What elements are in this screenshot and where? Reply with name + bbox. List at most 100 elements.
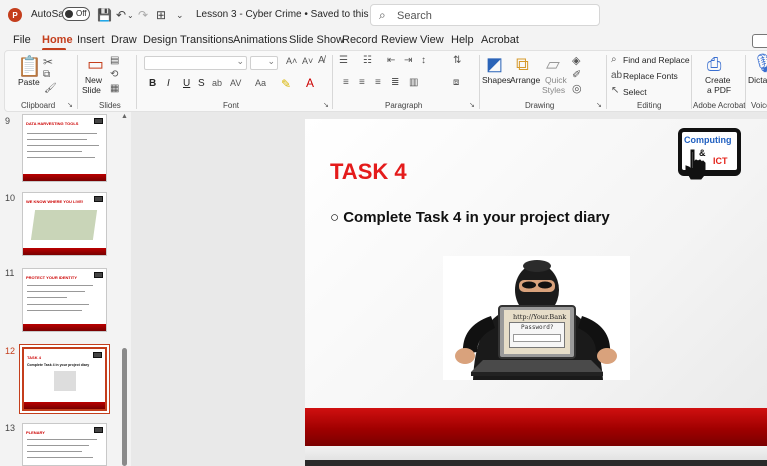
char-spacing-icon[interactable]: AV: [230, 78, 241, 88]
menu-slide-show[interactable]: Slide Show: [289, 34, 344, 46]
italic-button[interactable]: I: [167, 78, 170, 89]
smartart-icon[interactable]: ⧈: [453, 77, 459, 88]
slide-thumbnail-13[interactable]: PLENARY: [22, 423, 107, 466]
shape-outline-icon[interactable]: ✐: [572, 68, 581, 81]
slide-thumbnail-10[interactable]: WE KNOW WHERE YOU LIVE!: [22, 192, 107, 256]
menu-review[interactable]: Review: [381, 34, 417, 46]
underline-button[interactable]: U: [183, 78, 190, 89]
bullets-icon[interactable]: ☰: [339, 55, 348, 66]
decrease-indent-icon[interactable]: ⇤: [387, 55, 395, 66]
ribbon-display-toggle[interactable]: [752, 34, 767, 48]
redo-icon[interactable]: ↷: [138, 8, 148, 22]
customize-toolbar-icon[interactable]: ⌄: [176, 10, 184, 21]
replace-icon[interactable]: ab: [611, 70, 622, 81]
shadow-button[interactable]: S: [198, 78, 205, 89]
paste-label[interactable]: Paste: [18, 77, 40, 87]
copy-icon[interactable]: ⧉: [43, 69, 50, 80]
font-name-dropdown[interactable]: [144, 56, 247, 70]
font-color-icon[interactable]: A: [306, 76, 314, 90]
justify-icon[interactable]: ≣: [391, 77, 399, 88]
menu-insert[interactable]: Insert: [77, 34, 105, 46]
layout-icon[interactable]: ▤: [110, 55, 119, 66]
shape-fill-icon[interactable]: ◈: [572, 54, 580, 67]
menu-view[interactable]: View: [420, 34, 444, 46]
align-left-icon[interactable]: ≡: [343, 77, 349, 88]
scrollbar-thumb[interactable]: [122, 348, 127, 466]
menu-home[interactable]: Home: [42, 34, 73, 46]
menu-acrobat[interactable]: Acrobat: [481, 34, 519, 46]
create-pdf-label-2[interactable]: a PDF: [707, 85, 731, 95]
undo-icon[interactable]: ↶: [116, 8, 126, 22]
bold-button[interactable]: B: [149, 78, 156, 89]
menu-design[interactable]: Design: [143, 34, 177, 46]
thumbnail-number: 13: [5, 423, 16, 433]
thumbnail-title: PROTECT YOUR IDENTITY: [26, 275, 78, 280]
create-pdf-label[interactable]: Create: [705, 75, 731, 85]
menu-file[interactable]: File: [13, 34, 31, 46]
format-painter-icon[interactable]: 🖌: [44, 83, 57, 94]
font-size-dropdown[interactable]: [250, 56, 278, 70]
document-title[interactable]: Lesson 3 - Cyber Crime • Saved to this P…: [196, 9, 396, 20]
clipboard-launcher-icon[interactable]: ↘: [67, 101, 73, 109]
quick-styles-label-2[interactable]: Styles: [542, 85, 565, 95]
drawing-launcher-icon[interactable]: ↘: [596, 101, 602, 109]
thumbnail-title: WE KNOW WHERE YOU LIVE!: [26, 199, 84, 204]
clear-formatting-icon[interactable]: A̸: [318, 55, 325, 66]
replace-fonts-button[interactable]: Replace Fonts: [623, 71, 678, 81]
reset-icon[interactable]: ⟲: [110, 69, 118, 80]
slide-title[interactable]: TASK 4: [330, 159, 407, 185]
increase-indent-icon[interactable]: ⇥: [404, 55, 412, 66]
paragraph-launcher-icon[interactable]: ↘: [469, 101, 475, 109]
select-icon[interactable]: ↖: [611, 85, 619, 96]
search-box[interactable]: ⌕ Search: [370, 4, 600, 26]
increase-font-icon[interactable]: A˄: [286, 56, 297, 66]
highlight-icon[interactable]: ✎: [281, 77, 291, 91]
new-slide-label[interactable]: New: [85, 75, 102, 85]
save-icon[interactable]: 💾: [97, 8, 112, 22]
arrange-icon[interactable]: ⧉: [516, 54, 529, 75]
menu-record[interactable]: Record: [342, 34, 377, 46]
shapes-label[interactable]: Shapes: [482, 75, 511, 85]
text-direction-icon[interactable]: ⇅: [453, 55, 461, 66]
dictate-label[interactable]: Dictate: [748, 75, 767, 85]
thumbnail-band: [23, 174, 106, 181]
align-center-icon[interactable]: ≡: [359, 77, 365, 88]
find-icon[interactable]: ⌕: [611, 54, 617, 65]
search-placeholder: Search: [397, 10, 432, 22]
create-pdf-icon[interactable]: ⎙: [707, 54, 721, 75]
present-icon[interactable]: ⊞: [156, 8, 166, 22]
new-slide-icon[interactable]: ▭: [87, 54, 104, 75]
menu-draw[interactable]: Draw: [111, 34, 137, 46]
select-button[interactable]: Select: [623, 87, 647, 97]
undo-dropdown-icon[interactable]: ⌄: [127, 11, 134, 20]
slide-thumbnail-12[interactable]: TASK 4 Complete Task 4 in your project d…: [20, 345, 109, 413]
font-launcher-icon[interactable]: ↘: [323, 101, 329, 109]
numbering-icon[interactable]: ☷: [363, 55, 372, 66]
arrange-label[interactable]: Arrange: [510, 75, 540, 85]
menu-help[interactable]: Help: [451, 34, 474, 46]
section-icon[interactable]: ▦: [110, 83, 119, 94]
quick-styles-label[interactable]: Quick: [545, 75, 567, 85]
cut-icon[interactable]: ✂: [43, 55, 53, 69]
scroll-up-icon[interactable]: ▲: [121, 113, 128, 120]
align-right-icon[interactable]: ≡: [375, 77, 381, 88]
menu-transitions[interactable]: Transitions: [180, 34, 233, 46]
columns-icon[interactable]: ▥: [409, 77, 418, 88]
clipboard-group-label: Clipboard: [21, 101, 56, 110]
dictate-icon[interactable]: 🎙: [752, 53, 767, 74]
line-spacing-icon[interactable]: ↕: [421, 55, 426, 66]
shape-effects-icon[interactable]: ◎: [572, 82, 582, 95]
find-replace-button[interactable]: Find and Replace: [623, 55, 690, 65]
new-slide-label-2[interactable]: Slide: [82, 85, 101, 95]
slide-bullet[interactable]: ○ Complete Task 4 in your project diary: [330, 209, 610, 226]
paste-icon[interactable]: 📋: [17, 54, 42, 79]
autosave-toggle[interactable]: Off: [62, 7, 90, 21]
strikethrough-icon[interactable]: ab: [212, 78, 222, 88]
change-case-icon[interactable]: Aa: [255, 78, 266, 88]
menu-animations[interactable]: Animations: [233, 34, 287, 46]
quick-styles-icon[interactable]: ▱: [546, 54, 560, 75]
decrease-font-icon[interactable]: A˅: [302, 56, 313, 66]
slide-thumbnail-11[interactable]: PROTECT YOUR IDENTITY: [22, 268, 107, 332]
shapes-icon[interactable]: ◩: [486, 54, 503, 75]
slide-thumbnail-9[interactable]: DATA HARVESTING TOOLS: [22, 114, 107, 182]
